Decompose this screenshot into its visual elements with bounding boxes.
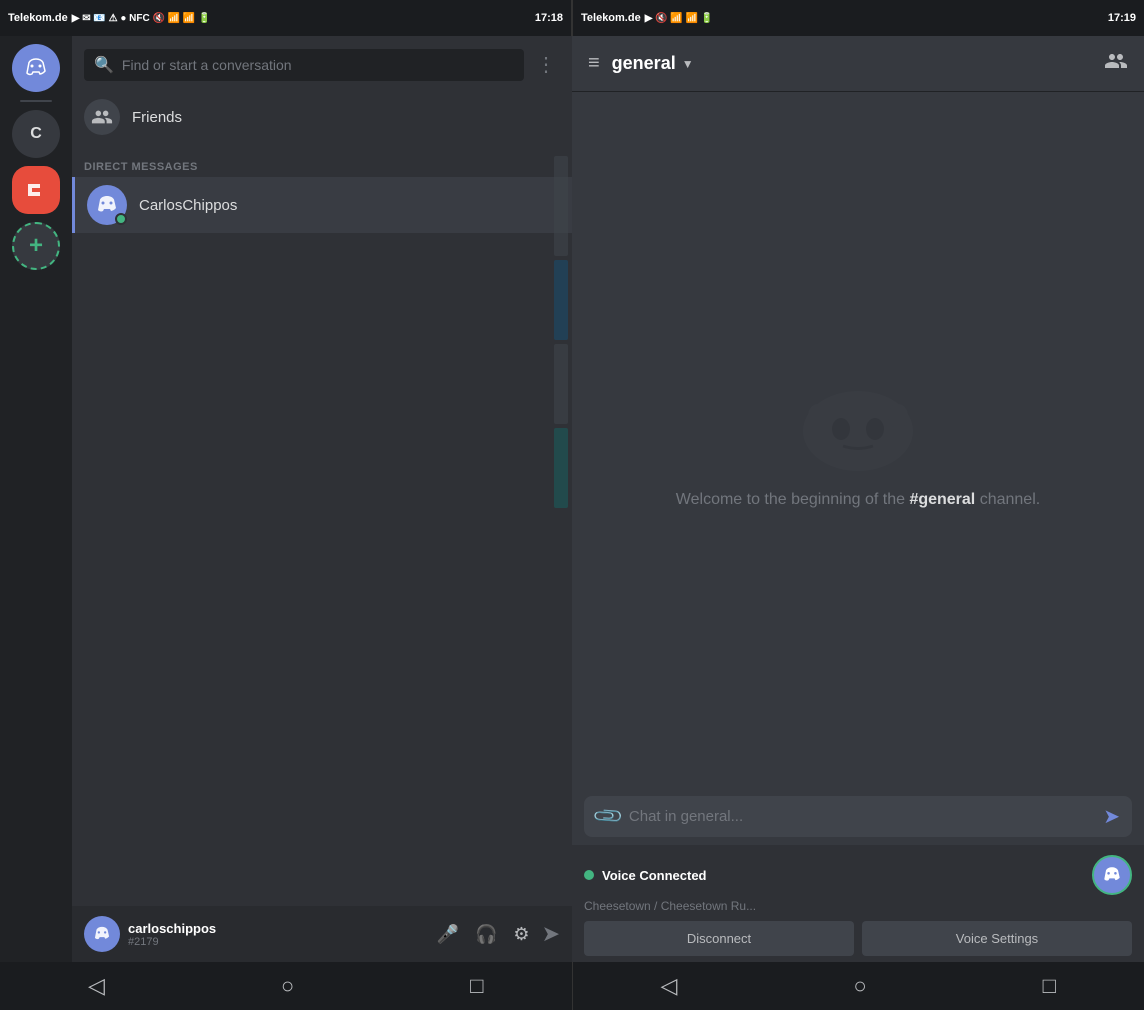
hamburger-button[interactable]: ≡ — [588, 52, 600, 75]
status-bar-left: Telekom.de ▶ ✉ 📧 ⚠ ● NFC 🔇 📶 📶 🔋 — [0, 0, 286, 36]
dm-avatar-wrapper — [87, 185, 127, 225]
status-bar: Telekom.de ▶ ✉ 📧 ⚠ ● NFC 🔇 📶 📶 🔋 17:18 T… — [0, 0, 1144, 36]
back-button-left[interactable]: ◁ — [68, 965, 125, 1007]
right-panel: ≡ general ▼ — [572, 36, 1144, 962]
voice-bar: Voice Connected Cheesetown / Cheesetown … — [572, 845, 1144, 962]
dm-section-header: DIRECT MESSAGES — [72, 145, 572, 177]
voice-connected-dot — [584, 870, 594, 880]
back-button-right[interactable]: ◁ — [640, 965, 697, 1007]
server-c-letter: C — [30, 125, 42, 143]
members-button[interactable] — [1104, 49, 1128, 79]
nav-bar-right: ◁ ○ □ — [573, 962, 1144, 1010]
channel-dropdown-arrow[interactable]: ▼ — [682, 57, 694, 71]
left-panel: C + 🔍 ⋮ — [0, 36, 572, 962]
voice-status: Voice Connected — [584, 855, 1132, 895]
time-right-wrapper: 17:19 — [859, 0, 1144, 36]
server-sidebar: C + — [0, 36, 72, 962]
disconnect-button[interactable]: Disconnect — [584, 921, 854, 956]
channel-header: ≡ general ▼ — [572, 36, 1144, 92]
user-info: carloschippos #2179 — [128, 921, 425, 948]
user-bar: carloschippos #2179 🎤 🎧 ⚙ ➤ — [72, 906, 572, 962]
recent-button-right[interactable]: □ — [1023, 965, 1076, 1007]
mute-button[interactable]: 🎤 — [433, 920, 463, 949]
search-bar: 🔍 ⋮ — [72, 36, 572, 89]
home-button-left[interactable]: ○ — [261, 965, 314, 1007]
user-controls: 🎤 🎧 ⚙ — [433, 920, 534, 949]
username: carloschippos — [128, 921, 425, 936]
carrier-left: Telekom.de — [8, 12, 68, 24]
voice-settings-button[interactable]: Voice Settings — [862, 921, 1132, 956]
search-input-wrapper[interactable]: 🔍 — [84, 49, 524, 81]
server-icon-red[interactable] — [12, 166, 60, 214]
voice-user-avatar — [1092, 855, 1132, 895]
send-message-button[interactable]: ➤ — [1103, 804, 1120, 829]
attach-button[interactable]: 📎 — [591, 799, 626, 834]
home-button-right[interactable]: ○ — [833, 965, 886, 1007]
channel-name-display: general ▼ — [612, 53, 694, 74]
status-bar-right: 17:18 — [286, 0, 572, 36]
server-icon-add[interactable]: + — [12, 222, 60, 270]
discord-logo — [793, 371, 923, 471]
voice-connected-label: Voice Connected — [602, 868, 707, 883]
search-input[interactable] — [122, 57, 514, 73]
more-options-button[interactable]: ⋮ — [532, 48, 560, 81]
add-server-icon: + — [29, 232, 43, 260]
chat-input-area: 📎 ➤ — [572, 788, 1144, 845]
status-icons-right: ▶ 🔇 📶 📶 🔋 — [645, 13, 714, 24]
user-avatar — [84, 916, 120, 952]
dm-item-carloschippos[interactable]: CarlosChippos — [72, 177, 572, 233]
server-separator — [20, 100, 52, 102]
search-icon: 🔍 — [94, 55, 114, 75]
server-icon-home[interactable] — [12, 44, 60, 92]
main-content: C + 🔍 ⋮ — [0, 36, 1144, 962]
send-button-bottom[interactable]: ➤ — [542, 921, 560, 947]
channel-name-text: general — [612, 53, 676, 74]
server-icon-c[interactable]: C — [12, 110, 60, 158]
status-bar-right-panel: Telekom.de ▶ 🔇 📶 📶 🔋 — [573, 0, 859, 36]
friends-icon — [84, 99, 120, 135]
time-right: 17:19 — [1108, 12, 1136, 24]
navigation-bar: ◁ ○ □ ◁ ○ □ — [0, 962, 1144, 1010]
voice-actions: Disconnect Voice Settings — [584, 921, 1132, 956]
chat-input[interactable] — [629, 808, 1095, 825]
welcome-message: Welcome to the beginning of the #general… — [676, 491, 1040, 509]
chat-area: Welcome to the beginning of the #general… — [572, 92, 1144, 788]
friends-label: Friends — [132, 109, 182, 126]
status-icons-left: ▶ ✉ 📧 ⚠ ● NFC 🔇 📶 📶 🔋 — [72, 13, 211, 24]
carrier-right: Telekom.de — [581, 12, 641, 24]
friends-item[interactable]: Friends — [72, 89, 572, 145]
user-discriminator: #2179 — [128, 936, 425, 948]
dm-panel: 🔍 ⋮ Friends DIRECT MESSAGES — [72, 36, 572, 962]
headset-button[interactable]: 🎧 — [471, 920, 501, 949]
voice-channel-info: Cheesetown / Cheesetown Ru... — [584, 899, 1132, 913]
dm-user-name: CarlosChippos — [139, 197, 237, 214]
voice-status-left: Voice Connected — [584, 868, 707, 883]
settings-button[interactable]: ⚙ — [509, 920, 533, 949]
nav-bar-left: ◁ ○ □ — [0, 962, 572, 1010]
recent-button-left[interactable]: □ — [450, 965, 503, 1007]
online-status-indicator — [115, 213, 127, 225]
time-left: 17:18 — [535, 12, 563, 24]
chat-input-wrapper: 📎 ➤ — [584, 796, 1132, 837]
